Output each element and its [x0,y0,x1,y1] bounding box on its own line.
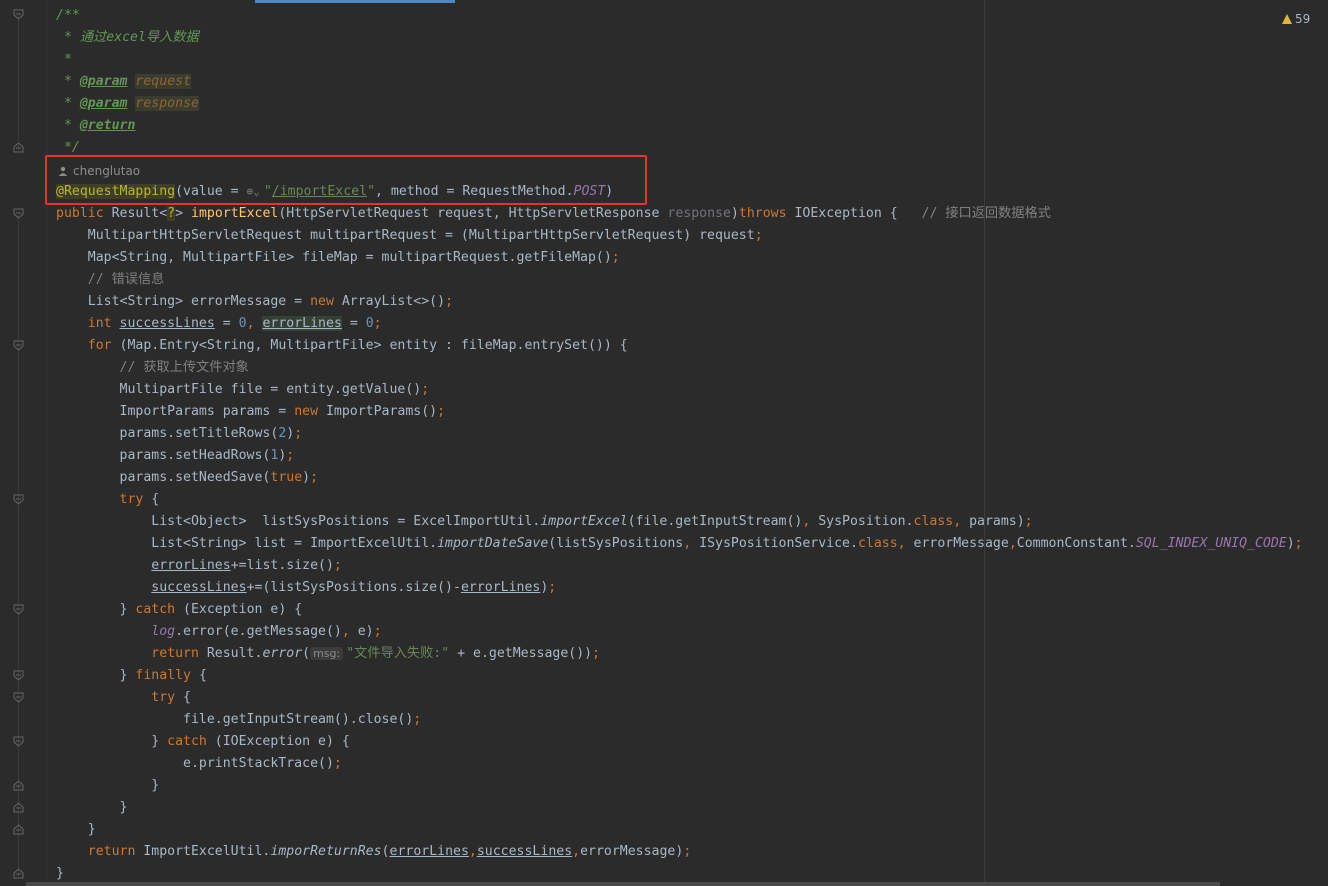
code-line: params.setTitleRows(2); [56,426,303,441]
code-line: log.error(e.getMessage(), e); [151,624,382,639]
fold-end-icon[interactable] [13,824,24,835]
active-tab-indicator [255,0,455,3]
code-line: List<Object> listSysPositions = ExcelImp… [56,514,1033,529]
fold-collapse-icon[interactable] [13,604,24,615]
code-line: * @param response [56,96,199,111]
code-line: file.getInputStream().close(); [56,712,422,727]
inspection-widget[interactable]: 59 [1282,11,1310,27]
fold-collapse-icon[interactable] [13,208,24,219]
code-line: try { [119,492,160,507]
fold-collapse-icon[interactable] [13,494,24,505]
editor-gutter[interactable] [0,0,47,886]
warning-icon [1282,14,1292,24]
code-line: } catch (Exception e) { [56,602,303,617]
code-line: errorLines+=list.size(); [151,558,342,573]
parameter-hint: msg: [310,647,344,660]
code-line: // 获取上传文件对象 [56,360,249,375]
url-link[interactable]: /importExcel [272,184,367,199]
code-line: * @return [56,118,136,133]
web-endpoint-icon[interactable]: ⊕⌄ [247,185,260,198]
code-line: /** [56,8,80,23]
code-line: } finally { [56,668,207,683]
code-line: List<String> errorMessage = new ArrayLis… [56,294,454,309]
code-line: } [56,800,128,815]
code-line: successLines+=(listSysPositions.size()-e… [151,580,557,595]
code-line: e.printStackTrace(); [56,756,342,771]
code-line: MultipartFile file = entity.getValue(); [56,382,430,397]
fold-end-icon[interactable] [13,780,24,791]
code-line: * 通过excel导入数据 [56,30,199,45]
code-line: return ImportExcelUtil.imporReturnRes(er… [87,844,692,859]
code-line: } [56,778,160,793]
code-line: ImportParams params = new ImportParams()… [56,404,446,419]
code-line: for (Map.Entry<String, MultipartFile> en… [87,338,628,353]
fold-end-icon[interactable] [13,868,24,879]
fold-collapse-icon[interactable] [13,340,24,351]
fold-collapse-icon[interactable] [13,670,24,681]
fold-end-icon[interactable] [13,802,24,813]
code-line: @RequestMapping(value = ⊕⌄ "/importExcel"… [56,184,614,199]
code-line: MultipartHttpServletRequest multipartReq… [56,228,763,243]
code-line: public Result<?> importExcel(HttpServlet… [56,206,1051,221]
fold-collapse-icon[interactable] [13,9,24,20]
code-line: */ [56,140,80,155]
fold-collapse-icon[interactable] [13,736,24,747]
right-margin-guide [984,0,985,886]
code-line: int successLines = 0, errorLines = 0; [87,316,382,331]
code-line: * @param request [56,74,191,89]
code-line: } [56,822,96,837]
warning-count: 59 [1295,12,1311,26]
code-line: Map<String, MultipartFile> fileMap = mul… [56,250,620,265]
code-line: try { [151,690,191,705]
fold-collapse-icon[interactable] [13,692,24,703]
code-line: params.setNeedSave(true); [56,470,319,485]
fold-guide [18,216,19,876]
fold-end-icon[interactable] [13,142,24,153]
code-line: return Result.error(msg: "文件导入失败:" + e.ge… [151,646,601,661]
horizontal-scrollbar[interactable] [26,882,1220,886]
fold-guide [18,14,19,150]
code-line: params.setHeadRows(1); [56,448,295,463]
code-line: List<String> list = ImportExcelUtil.impo… [56,536,1303,551]
code-line: * [56,52,72,67]
code-line: // 错误信息 [56,272,165,287]
code-line: } catch (IOException e) { [56,734,350,749]
